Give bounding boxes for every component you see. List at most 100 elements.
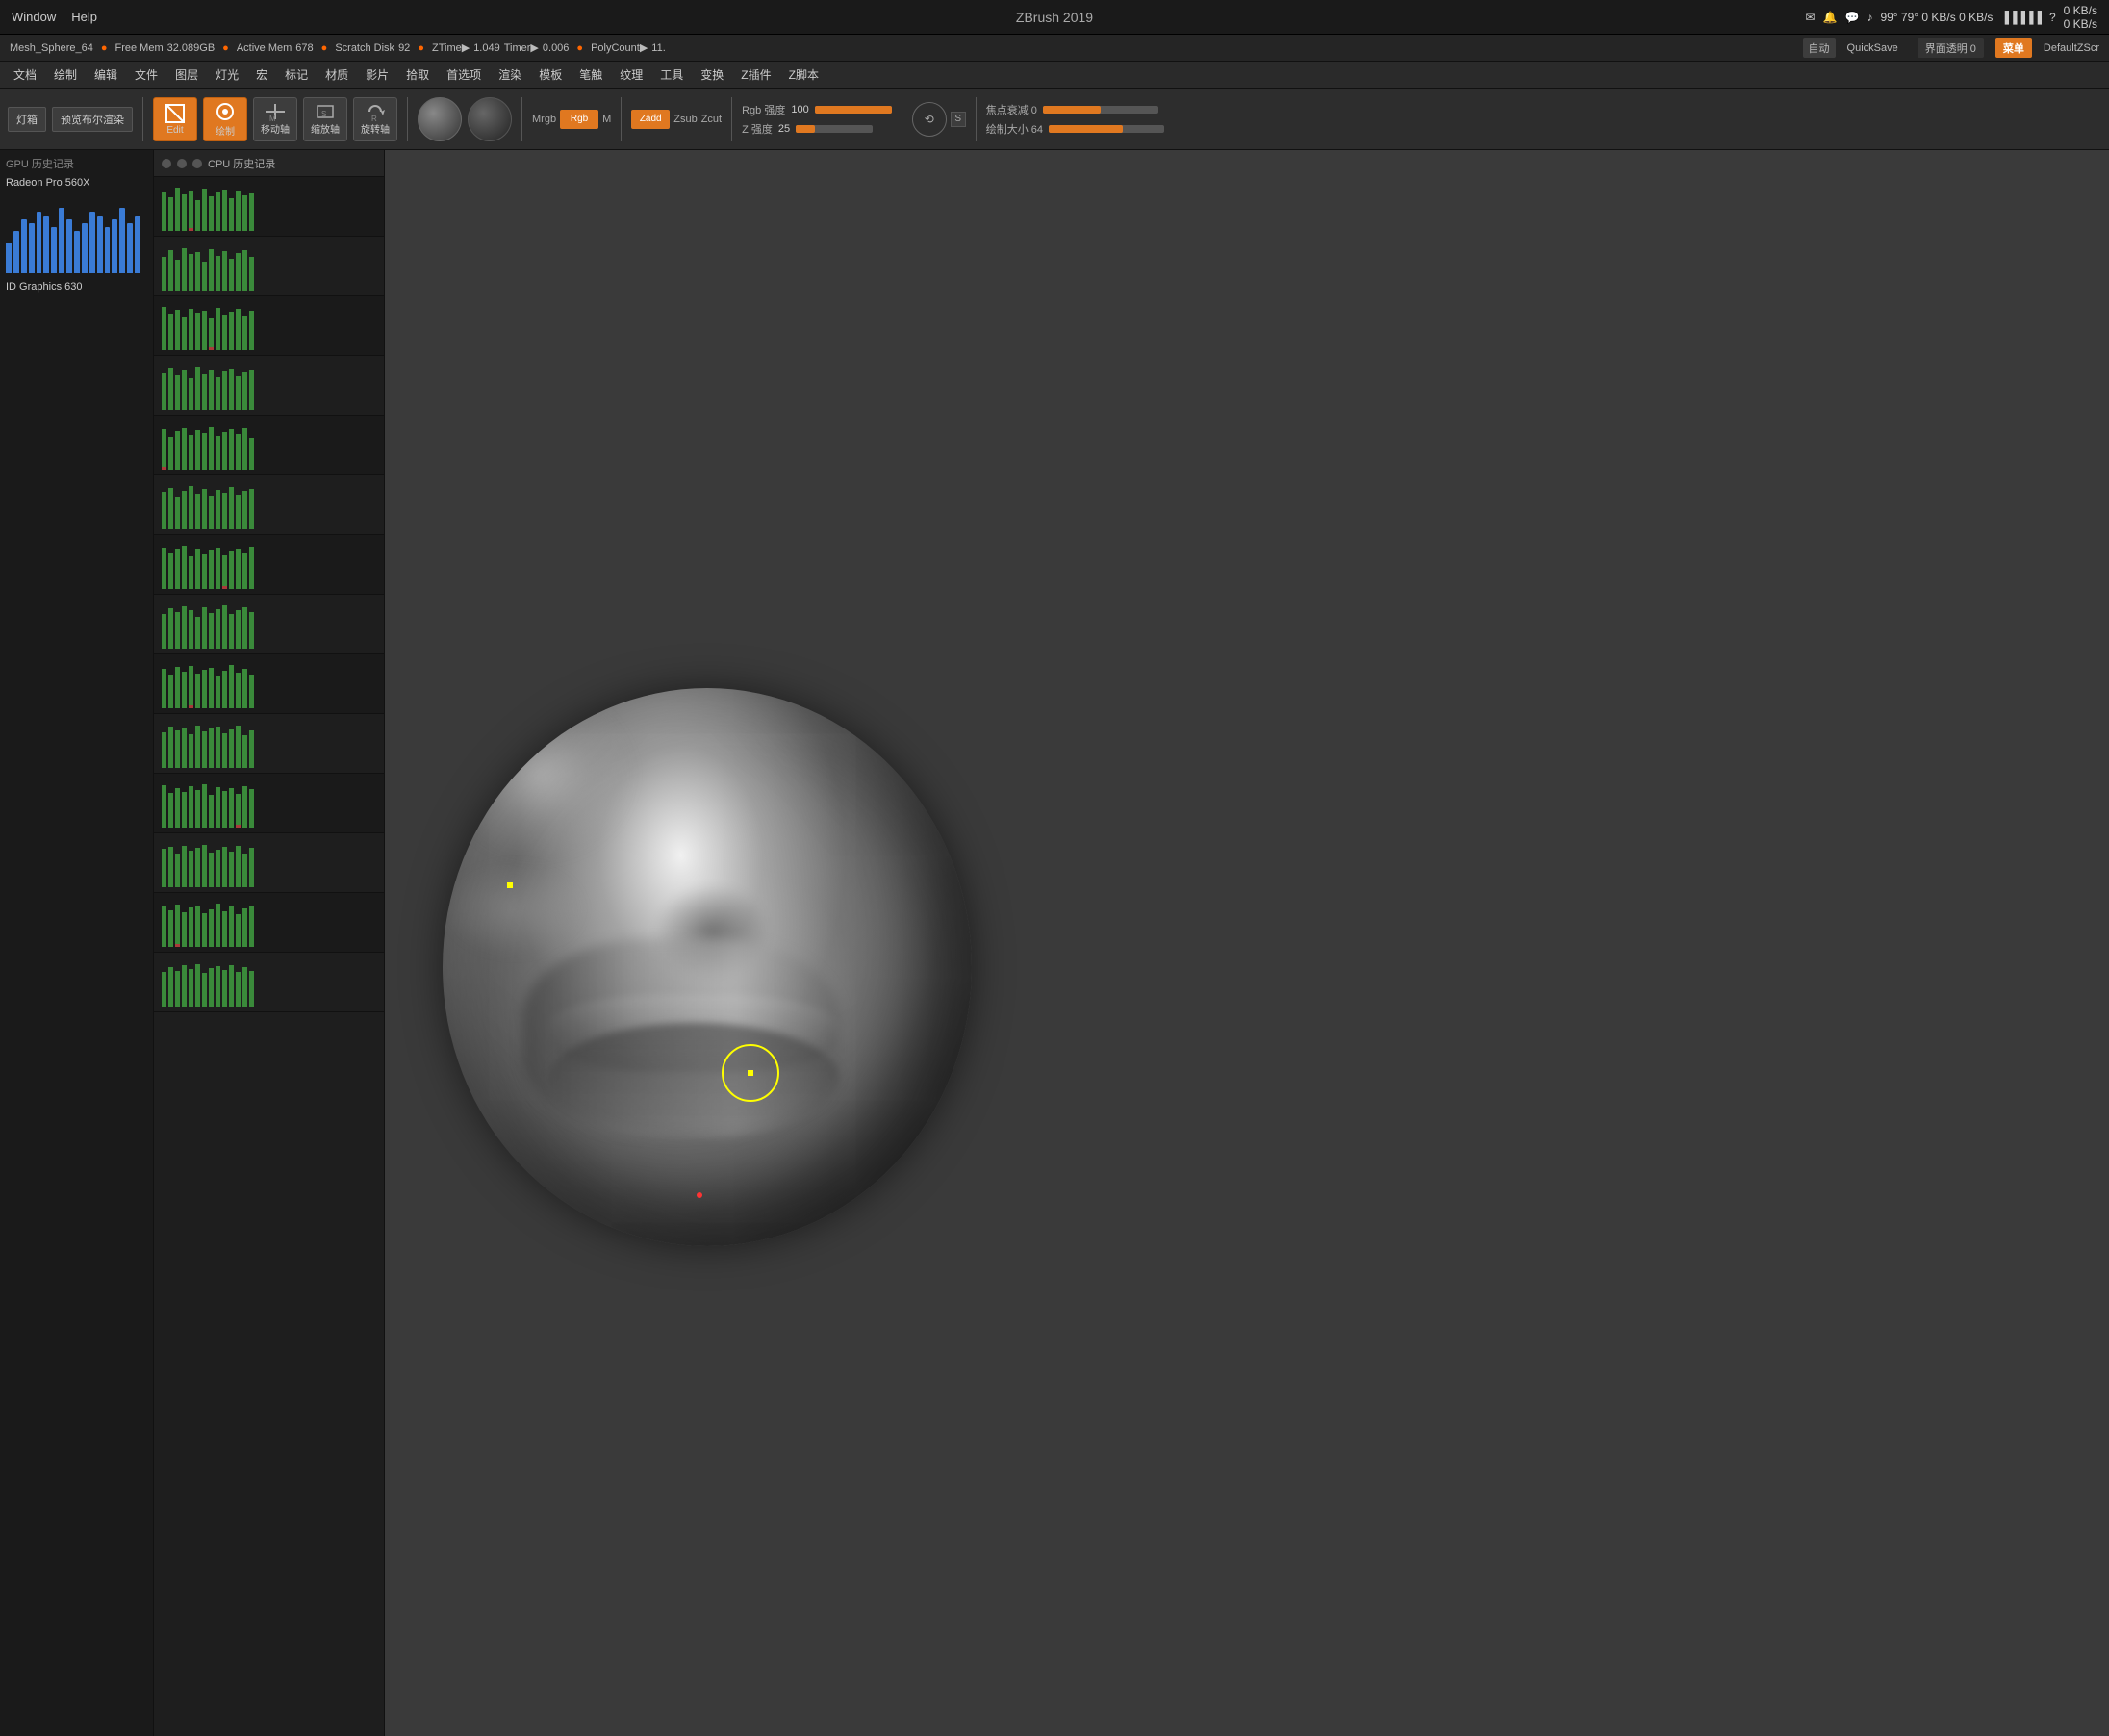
menu-preferences[interactable]: 首选项 — [439, 64, 489, 85]
gpu-history-content: GPU 历史记录 Radeon Pro 560X — [0, 150, 153, 1736]
z-intensity-value: 25 — [778, 123, 790, 135]
menu-button[interactable]: 菜单 — [1995, 38, 2032, 58]
menu-transform[interactable]: 变换 — [693, 64, 731, 85]
scale-label: 缩放轴 — [311, 121, 340, 136]
symmetry-section: ⟲ S — [912, 102, 966, 137]
menu-tool[interactable]: 工具 — [652, 64, 691, 85]
menu-texture[interactable]: 纹理 — [612, 64, 650, 85]
intensity-sliders: Rgb 强度 100 Z 强度 25 — [742, 102, 892, 137]
cpu-row — [154, 416, 384, 475]
brush-handle-point — [507, 882, 513, 888]
draw-button[interactable]: 绘制 — [203, 97, 247, 141]
rgb-toggle[interactable]: Rgb — [560, 110, 598, 129]
window-close-dot[interactable] — [162, 159, 171, 168]
gpu-bar — [66, 219, 72, 273]
menu-light[interactable]: 灯光 — [208, 64, 246, 85]
cpu-mini-chart-9 — [160, 660, 256, 708]
menu-layer[interactable]: 图层 — [167, 64, 206, 85]
cpu-mini-chart-13 — [160, 899, 256, 947]
menu-picker[interactable]: 拾取 — [398, 64, 437, 85]
draw-size-row: 绘制大小 64 — [986, 121, 1164, 137]
menu-zplugin[interactable]: Z插件 — [733, 64, 778, 85]
draw-size-slider[interactable] — [1049, 125, 1164, 133]
sphere-3d-icon[interactable] — [418, 97, 462, 141]
menu-doc[interactable]: 文档 — [6, 64, 44, 85]
auto-button[interactable]: 自动 — [1803, 38, 1836, 58]
menu-macro[interactable]: 宏 — [248, 64, 275, 85]
battery-icon: ▐▐▐▐▐ — [2000, 11, 2042, 24]
symmetry-icon[interactable]: ⟲ — [912, 102, 947, 137]
menu-edit[interactable]: 编辑 — [87, 64, 125, 85]
defaultzscr-button[interactable]: DefaultZScr — [2044, 42, 2099, 54]
s-icon[interactable]: S — [951, 112, 966, 127]
rgb-intensity-slider[interactable] — [815, 106, 892, 114]
sphere-flat-icon[interactable] — [468, 97, 512, 141]
zcut-label: Zcut — [701, 114, 722, 125]
menu-zscript[interactable]: Z脚本 — [781, 64, 826, 85]
gpu-bar — [51, 227, 57, 273]
rotate-label: 旋转轴 — [361, 121, 390, 136]
cpu-row — [154, 595, 384, 654]
cpu-history-panel: CPU 历史记录 — [154, 150, 385, 1736]
sculpt-lower-detail — [548, 1023, 840, 1135]
menu-file[interactable]: 文件 — [127, 64, 165, 85]
scale-button[interactable]: S 缩放轴 — [303, 97, 347, 141]
quicksave-button[interactable]: QuickSave — [1847, 42, 1898, 54]
cpu-row — [154, 237, 384, 296]
menu-template[interactable]: 模板 — [531, 64, 570, 85]
cpu-row — [154, 654, 384, 714]
help-menu[interactable]: Help — [71, 10, 97, 24]
cpu-mini-chart-2 — [160, 243, 256, 291]
toolbar: 灯箱 预览布尔渲染 Edit 绘制 M 移动轴 S 缩放轴 — [0, 89, 2109, 150]
cpu-rows-container — [154, 177, 384, 1736]
cpu-mini-chart-10 — [160, 720, 256, 768]
gpu-bar — [13, 231, 19, 273]
wechat-icon[interactable]: 💬 — [1844, 11, 1859, 24]
gpu-bar — [119, 208, 125, 273]
menu-movie[interactable]: 影片 — [358, 64, 396, 85]
app-title: ZBrush 2019 — [1016, 10, 1093, 25]
cpu-mini-chart-1 — [160, 183, 256, 231]
menu-marker[interactable]: 标记 — [277, 64, 316, 85]
gpu-bar — [37, 212, 42, 273]
canvas-area[interactable] — [385, 150, 2109, 1736]
preview-button[interactable]: 预览布尔渲染 — [52, 107, 133, 132]
cpu-mini-chart-12 — [160, 839, 256, 887]
menu-render[interactable]: 渲染 — [491, 64, 529, 85]
svg-text:R: R — [371, 115, 377, 121]
menu-stroke[interactable]: 笔触 — [572, 64, 610, 85]
cpu-mini-chart-6 — [160, 481, 256, 529]
lightbox-button[interactable]: 灯箱 — [8, 107, 46, 132]
window-maximize-dot[interactable] — [192, 159, 202, 168]
gpu-bar — [43, 216, 49, 273]
red-indicator-dot — [697, 1192, 702, 1198]
zadd-toggle[interactable]: Zadd — [631, 110, 670, 129]
edit-button[interactable]: Edit — [153, 97, 197, 141]
cpu-row — [154, 714, 384, 774]
title-bar-right: ✉ 🔔 💬 ♪ 99° 79° 0 KB/s 0 KB/s ▐▐▐▐▐ ? 0 … — [1805, 4, 2097, 31]
bell-icon[interactable]: 🔔 — [1823, 11, 1838, 24]
gpu-bar — [6, 243, 12, 273]
window-minimize-dot[interactable] — [177, 159, 187, 168]
focal-shift-row: 焦点衰减 0 — [986, 102, 1164, 117]
window-menu[interactable]: Window — [12, 10, 56, 24]
gpu-chart — [6, 196, 140, 273]
gpu-bar — [105, 227, 111, 273]
move-button[interactable]: M 移动轴 — [253, 97, 297, 141]
notification-icon[interactable]: ✉ — [1805, 11, 1815, 24]
menu-material[interactable]: 材质 — [318, 64, 356, 85]
focal-shift-slider[interactable] — [1043, 106, 1158, 114]
viewport-3d[interactable] — [385, 150, 2109, 1736]
zsub-label: Zsub — [673, 114, 697, 125]
menu-draw[interactable]: 绘制 — [46, 64, 85, 85]
music-icon[interactable]: ♪ — [1867, 11, 1872, 24]
transparency-control[interactable]: 界面透明 0 — [1918, 38, 1984, 58]
rotate-button[interactable]: R 旋转轴 — [353, 97, 397, 141]
svg-text:M: M — [269, 115, 276, 121]
move-icon: M — [264, 102, 287, 121]
mesh-name: Mesh_Sphere_64 — [10, 42, 93, 54]
polycount-value: 11. — [651, 42, 665, 54]
divider3 — [521, 97, 522, 141]
title-bar-left-menu: Window Help — [12, 10, 97, 24]
z-intensity-slider[interactable] — [796, 125, 873, 133]
